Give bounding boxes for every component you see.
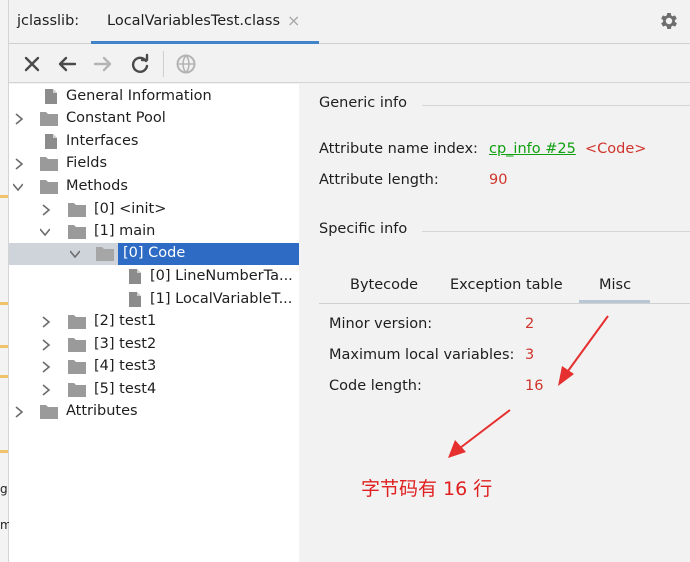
folder-icon (40, 112, 58, 126)
close-tab-icon[interactable]: × (287, 11, 300, 30)
tree-item-line-number-table[interactable]: [0] LineNumberTa... (9, 266, 299, 288)
tree-item-method-main[interactable]: [1] main (9, 221, 299, 243)
chevron-right-icon[interactable] (41, 204, 51, 216)
active-tab-indicator (579, 300, 650, 303)
tree-item-label: Methods (66, 178, 128, 194)
specific-info-tabs: Bytecode Exception table Misc (319, 270, 690, 304)
tree-item-methods[interactable]: Methods (9, 176, 299, 198)
tree-item-method-test3[interactable]: [4] test3 (9, 356, 299, 378)
tree-item-label: [2] test1 (94, 313, 157, 329)
tree-item-fields[interactable]: Fields (9, 153, 299, 175)
close-icon[interactable] (20, 52, 44, 76)
max-local-variables-value: 3 (525, 347, 535, 363)
tree-item-label: [3] test2 (94, 336, 157, 352)
folder-icon (68, 383, 86, 397)
code-length-value: 16 (525, 378, 544, 394)
toolbar (9, 45, 690, 83)
gutter-marker (0, 302, 8, 305)
folder-icon (40, 405, 58, 419)
gutter-marker (0, 345, 8, 348)
attribute-name-value: <Code> (585, 141, 647, 157)
plugin-label: jclasslib: (17, 13, 80, 29)
folder-icon (40, 180, 58, 194)
tab-bytecode[interactable]: Bytecode (350, 277, 418, 293)
generic-info-title: Generic info (319, 95, 408, 111)
annotation-text: 字节码有 16 行 (361, 478, 493, 500)
chevron-right-icon[interactable] (14, 113, 24, 125)
tab-local-variables-test[interactable]: LocalVariablesTest.class × (91, 0, 319, 44)
folder-icon (40, 157, 58, 171)
cp-info-link[interactable]: cp_info #25 (489, 141, 576, 157)
tree-item-method-test2[interactable]: [3] test2 (9, 334, 299, 356)
tree-item-label: Fields (66, 155, 108, 171)
chevron-right-icon[interactable] (41, 384, 51, 396)
tree-item-label: Interfaces (66, 133, 139, 149)
file-icon (45, 134, 57, 149)
gutter-marker (0, 375, 8, 378)
tree-item-method-test4[interactable]: [5] test4 (9, 379, 299, 401)
tree-item-label: [4] test3 (94, 358, 157, 374)
back-arrow-icon[interactable] (55, 52, 79, 76)
folder-icon (68, 315, 86, 329)
chevron-right-icon[interactable] (14, 158, 24, 170)
gutter-marker (0, 450, 8, 453)
globe-icon[interactable] (174, 52, 198, 76)
chevron-right-icon[interactable] (41, 339, 51, 351)
minor-version-label: Minor version: (329, 316, 433, 332)
tree-item-general-information[interactable]: General Information (9, 86, 299, 108)
tree-item-constant-pool[interactable]: Constant Pool (9, 108, 299, 130)
tree-item-code[interactable]: [0] Code (9, 243, 299, 265)
chevron-right-icon[interactable] (41, 316, 51, 328)
minor-version-value: 2 (525, 316, 535, 332)
tree-item-label: [0] <init> (94, 201, 167, 217)
code-length-label: Code length: (329, 378, 422, 394)
tab-bar: jclasslib: LocalVariablesTest.class × (9, 0, 690, 44)
tree-item-label: Constant Pool (66, 110, 166, 126)
tree-item-local-variable-table[interactable]: [1] LocalVariableT... (9, 289, 299, 311)
folder-icon (96, 247, 114, 261)
tree-item-method-init[interactable]: [0] <init> (9, 199, 299, 221)
tree-item-attributes[interactable]: Attributes (9, 401, 299, 423)
folder-icon (68, 338, 86, 352)
section-divider (422, 105, 690, 106)
folder-icon (68, 225, 86, 239)
tree-item-label: [0] LineNumberTa... (150, 268, 293, 284)
toolbar-separator (163, 51, 164, 77)
tree-item-label: [1] main (94, 223, 156, 239)
tree-item-label: [0] Code (123, 245, 186, 261)
refresh-icon[interactable] (128, 52, 152, 76)
gutter-text: g (0, 482, 8, 496)
folder-icon (68, 203, 86, 217)
attribute-length-label: Attribute length: (319, 172, 439, 188)
class-structure-tree: General Information Constant Pool Interfac… (9, 84, 299, 562)
tree-item-label: [1] LocalVariableT... (150, 291, 293, 307)
tree-item-label: General Information (66, 88, 212, 104)
file-icon (45, 89, 57, 104)
chevron-down-icon[interactable] (40, 226, 50, 238)
forward-arrow-icon[interactable] (91, 52, 115, 76)
gutter-marker (0, 195, 8, 198)
detail-pane: Generic info Attribute name index: cp_in… (300, 84, 690, 562)
chevron-down-icon[interactable] (70, 248, 80, 260)
tab-title: LocalVariablesTest.class (107, 13, 281, 29)
file-icon (129, 292, 141, 307)
specific-info-title: Specific info (319, 221, 408, 237)
chevron-right-icon[interactable] (14, 406, 24, 418)
gear-icon[interactable] (658, 10, 680, 32)
tab-misc[interactable]: Misc (599, 277, 631, 293)
folder-icon (68, 360, 86, 374)
tree-item-label: Attributes (66, 403, 138, 419)
file-icon (129, 269, 141, 284)
tree-item-method-test1[interactable]: [2] test1 (9, 311, 299, 333)
tree-item-interfaces[interactable]: Interfaces (9, 131, 299, 153)
tree-item-label: [5] test4 (94, 381, 157, 397)
attribute-length-value: 90 (489, 172, 508, 188)
max-local-variables-label: Maximum local variables: (329, 347, 515, 363)
section-divider (422, 231, 690, 232)
tab-exception-table[interactable]: Exception table (450, 277, 563, 293)
editor-gutter-strip: g m (0, 0, 12, 562)
chevron-down-icon[interactable] (13, 181, 23, 193)
attribute-name-index-label: Attribute name index: (319, 141, 478, 157)
chevron-right-icon[interactable] (41, 361, 51, 373)
